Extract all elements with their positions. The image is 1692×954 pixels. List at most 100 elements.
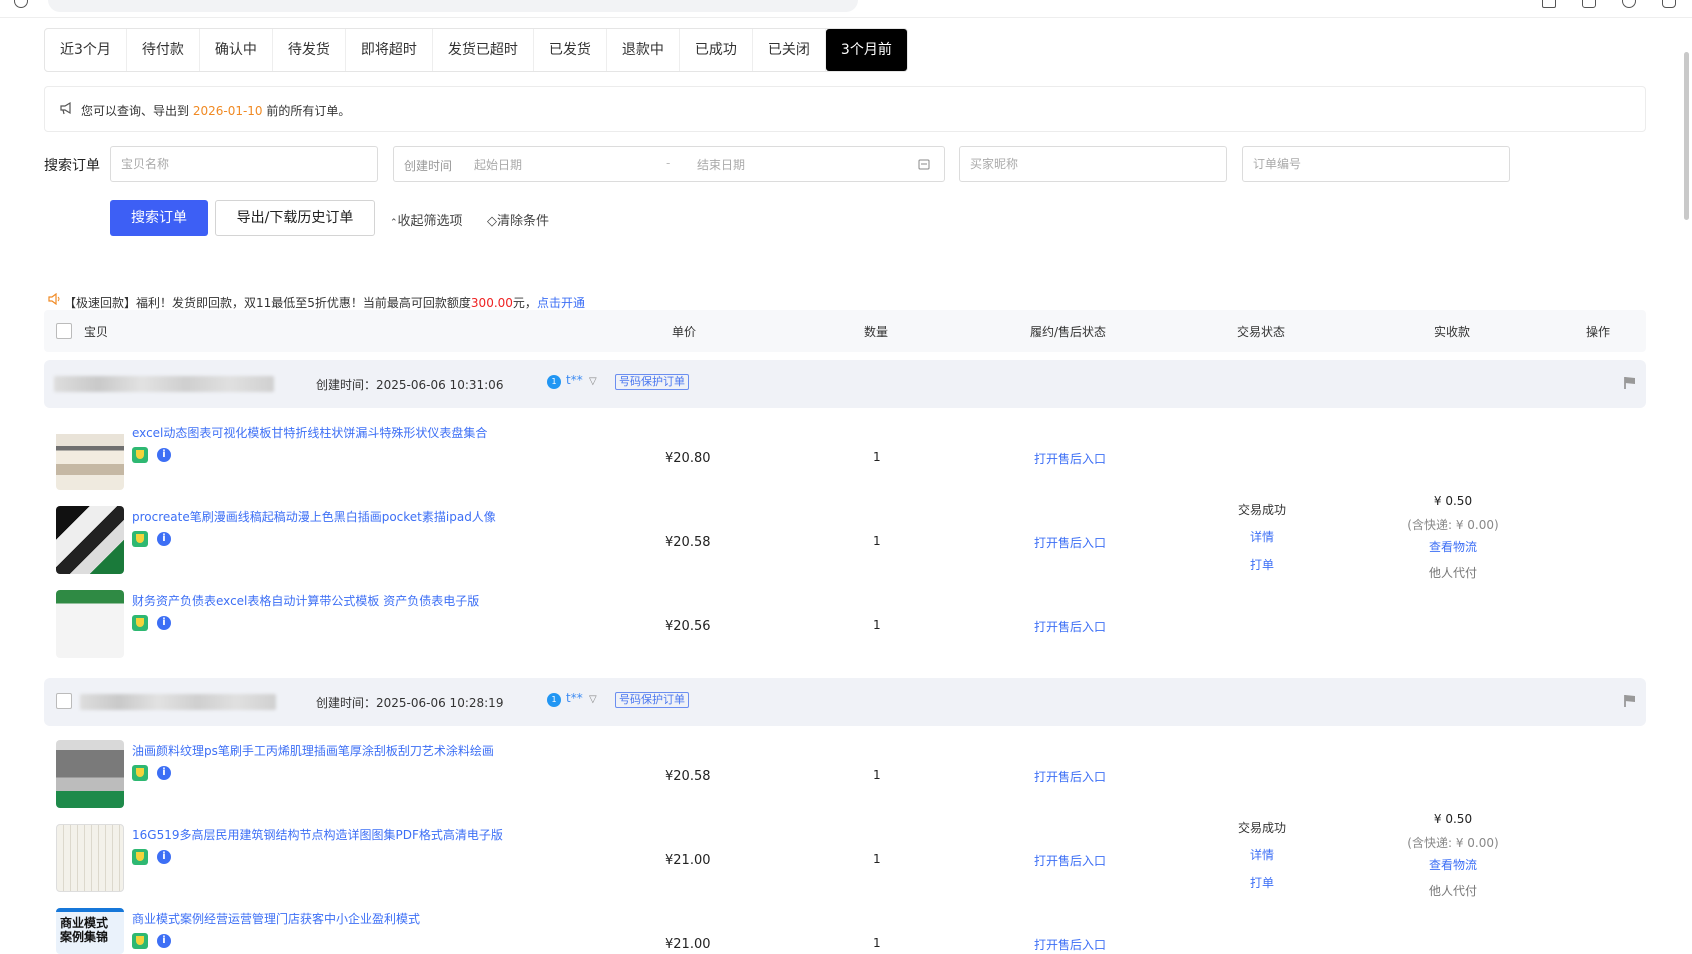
shield-badge-icon bbox=[132, 765, 148, 781]
item-quantity: 1 bbox=[873, 936, 881, 950]
order-id-redacted bbox=[80, 694, 276, 710]
item-name-field[interactable] bbox=[110, 146, 378, 182]
item-thumbnail[interactable] bbox=[56, 740, 124, 808]
after-sale-link[interactable]: 打开售后入口 bbox=[1034, 768, 1106, 785]
end-date-input[interactable] bbox=[687, 148, 887, 182]
header-quantity: 数量 bbox=[864, 325, 889, 339]
item-title-link[interactable]: excel动态图表可视化模板甘特折线柱状饼漏斗特殊形状仪表盘集合 bbox=[132, 424, 487, 441]
collapse-filters-link[interactable]: ⌃收起筛选项 bbox=[390, 210, 463, 229]
shield-badge-icon bbox=[132, 447, 148, 463]
print-order-link[interactable]: 打单 bbox=[1232, 874, 1292, 891]
order-header: 创建时间：2025-06-06 10:31:06 1 t** ▽ 号码保护订单 bbox=[44, 360, 1646, 408]
buyer-name[interactable]: t** bbox=[566, 691, 583, 705]
order-detail-link[interactable]: 详情 bbox=[1232, 528, 1292, 545]
order-detail-link[interactable]: 详情 bbox=[1232, 846, 1292, 863]
item-price: ¥21.00 bbox=[665, 853, 711, 868]
tab-3-months-ago[interactable]: 3个月前 bbox=[825, 29, 907, 71]
order-id-redacted bbox=[54, 376, 274, 392]
help-icon[interactable] bbox=[1622, 0, 1636, 8]
received-amount: ¥ 0.50 bbox=[1433, 812, 1473, 826]
info-icon[interactable]: i bbox=[157, 616, 171, 630]
view-logistics-link[interactable]: 查看物流 bbox=[1398, 538, 1508, 555]
view-logistics-link[interactable]: 查看物流 bbox=[1398, 856, 1508, 873]
notice-bar: 您可以查询、导出到 2026-01-10 前的所有订单。 bbox=[44, 86, 1646, 132]
tab-success[interactable]: 已成功 bbox=[680, 29, 753, 71]
item-title-link[interactable]: 商业模式案例经营运营管理门店获客中小企业盈利模式 bbox=[132, 910, 420, 927]
calendar-icon[interactable] bbox=[918, 158, 930, 170]
tab-refunding[interactable]: 退款中 bbox=[607, 29, 680, 71]
item-title-link[interactable]: 16G519多高层民用建筑钢结构节点构造详图图集PDF格式高清电子版 bbox=[132, 826, 503, 843]
tab-ship-timeout[interactable]: 发货已超时 bbox=[433, 29, 534, 71]
message-icon[interactable] bbox=[1662, 0, 1676, 8]
tab-confirming[interactable]: 确认中 bbox=[200, 29, 273, 71]
info-icon[interactable]: i bbox=[157, 448, 171, 462]
header-after-sale: 履约/售后状态 bbox=[1030, 325, 1107, 339]
print-icon[interactable] bbox=[1582, 0, 1596, 8]
created-time-label: 创建时间 bbox=[404, 159, 453, 173]
created-time-field[interactable]: 创建时间 - bbox=[393, 146, 945, 182]
after-sale-link[interactable]: 打开售后入口 bbox=[1034, 852, 1106, 869]
tab-recent-3-months[interactable]: 近3个月 bbox=[45, 29, 127, 71]
back-icon[interactable] bbox=[14, 0, 28, 8]
order-created-time: 创建时间：2025-06-06 10:31:06 bbox=[316, 378, 504, 392]
bookmark-icon[interactable] bbox=[1542, 0, 1556, 8]
chevron-up-icon: ⌃ bbox=[390, 218, 398, 228]
promo-open-link[interactable]: 点击开通 bbox=[537, 296, 585, 310]
select-all-checkbox[interactable] bbox=[56, 323, 72, 339]
item-quantity: 1 bbox=[873, 852, 881, 866]
notice-date: 2026-01-10 bbox=[192, 104, 263, 118]
megaphone-icon bbox=[60, 101, 71, 115]
after-sale-link[interactable]: 打开售后入口 bbox=[1034, 936, 1106, 953]
speaker-icon bbox=[48, 293, 60, 305]
filter-icon[interactable]: ▽ bbox=[589, 694, 597, 705]
after-sale-link[interactable]: 打开售后入口 bbox=[1034, 450, 1106, 467]
scrollbar[interactable] bbox=[1684, 52, 1689, 220]
promo-text: 【极速回款】福利！发货即回款，双11最低至5折优惠！当前最高可回款额度 bbox=[64, 296, 471, 310]
tab-pending-payment[interactable]: 待付款 bbox=[127, 29, 200, 71]
item-thumbnail[interactable] bbox=[56, 506, 124, 574]
notice-suffix: 前的所有订单。 bbox=[262, 104, 351, 118]
item-price: ¥20.80 bbox=[665, 451, 711, 466]
buyer-nickname-input[interactable] bbox=[960, 147, 1226, 181]
info-icon[interactable]: i bbox=[157, 850, 171, 864]
flag-icon[interactable] bbox=[1624, 376, 1636, 390]
tab-about-to-timeout[interactable]: 即将超时 bbox=[346, 29, 433, 71]
tab-shipped[interactable]: 已发货 bbox=[534, 29, 607, 71]
order-checkbox[interactable] bbox=[56, 693, 72, 709]
info-icon[interactable]: i bbox=[157, 532, 171, 546]
after-sale-link[interactable]: 打开售后入口 bbox=[1034, 618, 1106, 635]
thumbnail-caption: 商业模式 案例集锦 bbox=[60, 916, 109, 944]
collapse-filters-label: 收起筛选项 bbox=[397, 214, 463, 229]
item-thumbnail[interactable] bbox=[56, 824, 124, 892]
info-icon[interactable]: i bbox=[157, 766, 171, 780]
item-thumbnail[interactable] bbox=[56, 422, 124, 490]
tab-closed[interactable]: 已关闭 bbox=[753, 29, 826, 71]
item-title-link[interactable]: 财务资产负债表excel表格自动计算带公式模板 资产负债表电子版 bbox=[132, 592, 479, 609]
item-title-link[interactable]: 油画颜料纹理ps笔刷手工丙烯肌理插画笔厚涂刮板刮刀艺术涂料绘画 bbox=[132, 742, 494, 759]
global-search-input[interactable] bbox=[48, 0, 858, 12]
item-quantity: 1 bbox=[873, 534, 881, 548]
shield-badge-icon bbox=[132, 615, 148, 631]
print-order-link[interactable]: 打单 bbox=[1232, 556, 1292, 573]
start-date-input[interactable] bbox=[464, 148, 644, 182]
wangwang-icon[interactable]: 1 bbox=[547, 693, 561, 707]
order-number-input[interactable] bbox=[1243, 147, 1509, 181]
clear-conditions-link[interactable]: ◇清除条件 bbox=[487, 210, 549, 229]
filter-icon[interactable]: ▽ bbox=[589, 376, 597, 387]
item-title-link[interactable]: procreate笔刷漫画线稿起稿动漫上色黑白插画pocket素描ipad人像 bbox=[132, 508, 496, 525]
buyer-nickname-field[interactable] bbox=[959, 146, 1227, 182]
after-sale-link[interactable]: 打开售后入口 bbox=[1034, 534, 1106, 551]
wangwang-icon[interactable]: 1 bbox=[547, 375, 561, 389]
item-thumbnail[interactable] bbox=[56, 590, 124, 658]
buyer-name[interactable]: t** bbox=[566, 373, 583, 387]
item-name-input[interactable] bbox=[111, 147, 377, 181]
order-number-field[interactable] bbox=[1242, 146, 1510, 182]
number-protection-tag: 号码保护订单 bbox=[615, 692, 689, 708]
export-button[interactable]: 导出/下载历史订单 bbox=[215, 200, 375, 236]
item-thumbnail[interactable]: 商业模式 案例集锦 bbox=[56, 908, 124, 954]
info-icon[interactable]: i bbox=[157, 934, 171, 948]
order-tabs: 近3个月 待付款 确认中 待发货 即将超时 发货已超时 已发货 退款中 已成功 … bbox=[44, 28, 908, 72]
flag-icon[interactable] bbox=[1624, 694, 1636, 708]
search-button[interactable]: 搜索订单 bbox=[110, 200, 208, 236]
tab-to-ship[interactable]: 待发货 bbox=[273, 29, 346, 71]
